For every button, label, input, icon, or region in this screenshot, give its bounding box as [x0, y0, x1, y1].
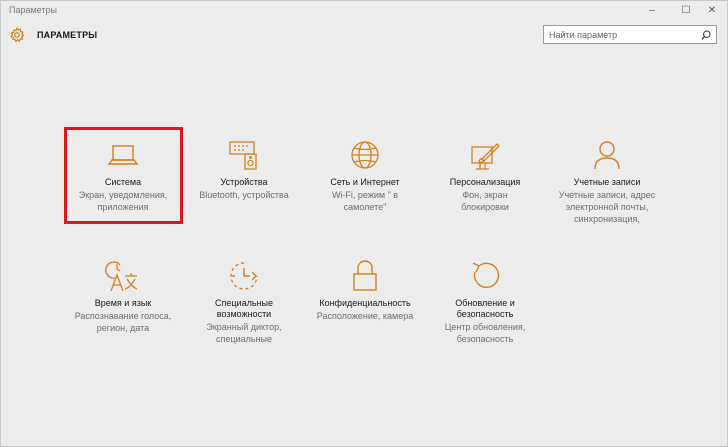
tile-description: Bluetooth, устройства: [199, 190, 289, 200]
tile-network[interactable]: Сеть и Интернет Wi-Fi, режим " в самолет…: [305, 137, 425, 213]
tile-ease-of-access[interactable]: Специальные возможности Экранный диктор,…: [184, 258, 304, 345]
search-input[interactable]: [549, 27, 689, 42]
title-bar[interactable]: Параметры – ☐ ✕: [1, 1, 727, 21]
tile-description: Wi-Fi, режим " в самолете": [331, 190, 399, 212]
tile-accounts[interactable]: Учетные записи Учетные записи, адрес эле…: [547, 137, 667, 225]
person-icon: [594, 141, 620, 170]
lock-icon: [353, 260, 377, 291]
tile-description: Фон, экран блокировки: [461, 190, 509, 212]
settings-window: Параметры – ☐ ✕ ПАРАМЕТРЫ Система Экран: [0, 0, 728, 447]
tile-title: Сеть и Интернет: [330, 177, 400, 187]
close-button[interactable]: ✕: [697, 1, 727, 21]
tile-description: Расположение, камера: [316, 311, 414, 321]
tile-title: Специальные возможности: [215, 298, 273, 319]
tile-personalization[interactable]: Персонализация Фон, экран блокировки: [425, 137, 545, 213]
time-language-icon: [105, 261, 138, 292]
tile-title: Время и язык: [94, 298, 152, 308]
tile-description: Учетные записи, адрес электронной почты,…: [558, 190, 656, 224]
page-title: ПАРАМЕТРЫ: [37, 30, 98, 40]
search-icon[interactable]: [701, 30, 711, 40]
tile-update-security[interactable]: Обновление и безопасность Центр обновлен…: [425, 258, 545, 345]
update-icon: [472, 262, 500, 289]
personalization-icon: [471, 143, 500, 170]
tile-title: Обновление и безопасность: [455, 298, 515, 319]
tile-description: Экранный диктор, специальные: [206, 322, 282, 344]
tile-privacy[interactable]: Конфиденциальность Расположение, камера: [305, 258, 425, 322]
selection-highlight: [64, 127, 183, 224]
ease-of-access-icon: [230, 262, 258, 290]
tile-title: Конфиденциальность: [319, 298, 411, 308]
tile-description: Распознавание голоса, регион, дата: [74, 311, 172, 333]
tile-title: Персонализация: [449, 177, 521, 187]
window-title: Параметры: [9, 5, 57, 15]
tile-time-language[interactable]: Время и язык Распознавание голоса, регио…: [63, 258, 183, 334]
tile-description: Центр обновления, безопасность: [444, 322, 526, 344]
devices-icon: [229, 141, 257, 170]
tile-title: Учетные записи: [573, 177, 641, 187]
globe-icon: [351, 141, 379, 169]
tile-title: Устройства: [220, 177, 268, 187]
search-box[interactable]: [543, 25, 717, 44]
tile-devices[interactable]: Устройства Bluetooth, устройства: [184, 137, 304, 201]
gear-icon: [10, 27, 25, 43]
minimize-button[interactable]: –: [637, 1, 667, 21]
